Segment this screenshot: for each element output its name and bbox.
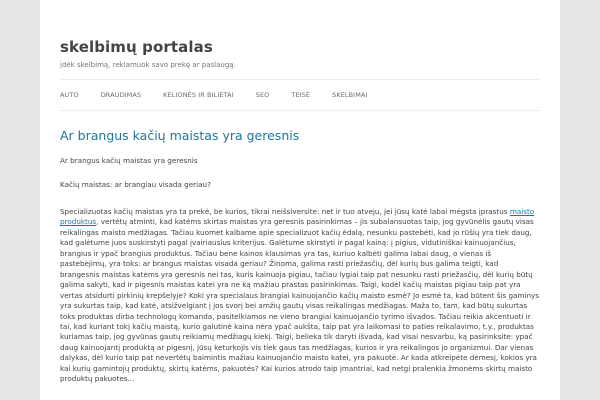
- nav-item-draudimas[interactable]: Draudimas: [101, 91, 141, 99]
- site-tagline: įdėk skelbimą, reklamuok savo prekę ar p…: [60, 61, 236, 69]
- nav-item-seo[interactable]: SEO: [256, 91, 270, 99]
- article-body-text-continued: , vertėtų atminti, kad katėms skirtas ma…: [60, 217, 540, 384]
- page-container: skelbimų portalas įdėk skelbimą, reklamu…: [40, 0, 560, 400]
- article-body: Specializuotas kačių maistas yra ta prek…: [60, 207, 540, 385]
- nav-item-keliones[interactable]: Kelionės ir bilietai: [163, 91, 234, 99]
- nav-item-auto[interactable]: Auto: [60, 91, 79, 99]
- site-title[interactable]: skelbimų portalas: [60, 38, 213, 56]
- article-body-text: Specializuotas kačių maistas yra ta prek…: [60, 207, 510, 216]
- article-intro-2: Kačių maistas: ar brangiau visada geriau…: [60, 180, 211, 189]
- nav-item-teise[interactable]: Teisė: [291, 91, 310, 99]
- nav-item-skelbimai[interactable]: Skelbimai: [332, 91, 367, 99]
- main-navigation: Auto Draudimas Kelionės ir bilietai SEO …: [60, 79, 540, 111]
- article-intro-1: Ar brangus kačių maistas yra geresnis: [60, 156, 198, 165]
- article-title[interactable]: Ar brangus kačių maistas yra geresnis: [60, 128, 299, 143]
